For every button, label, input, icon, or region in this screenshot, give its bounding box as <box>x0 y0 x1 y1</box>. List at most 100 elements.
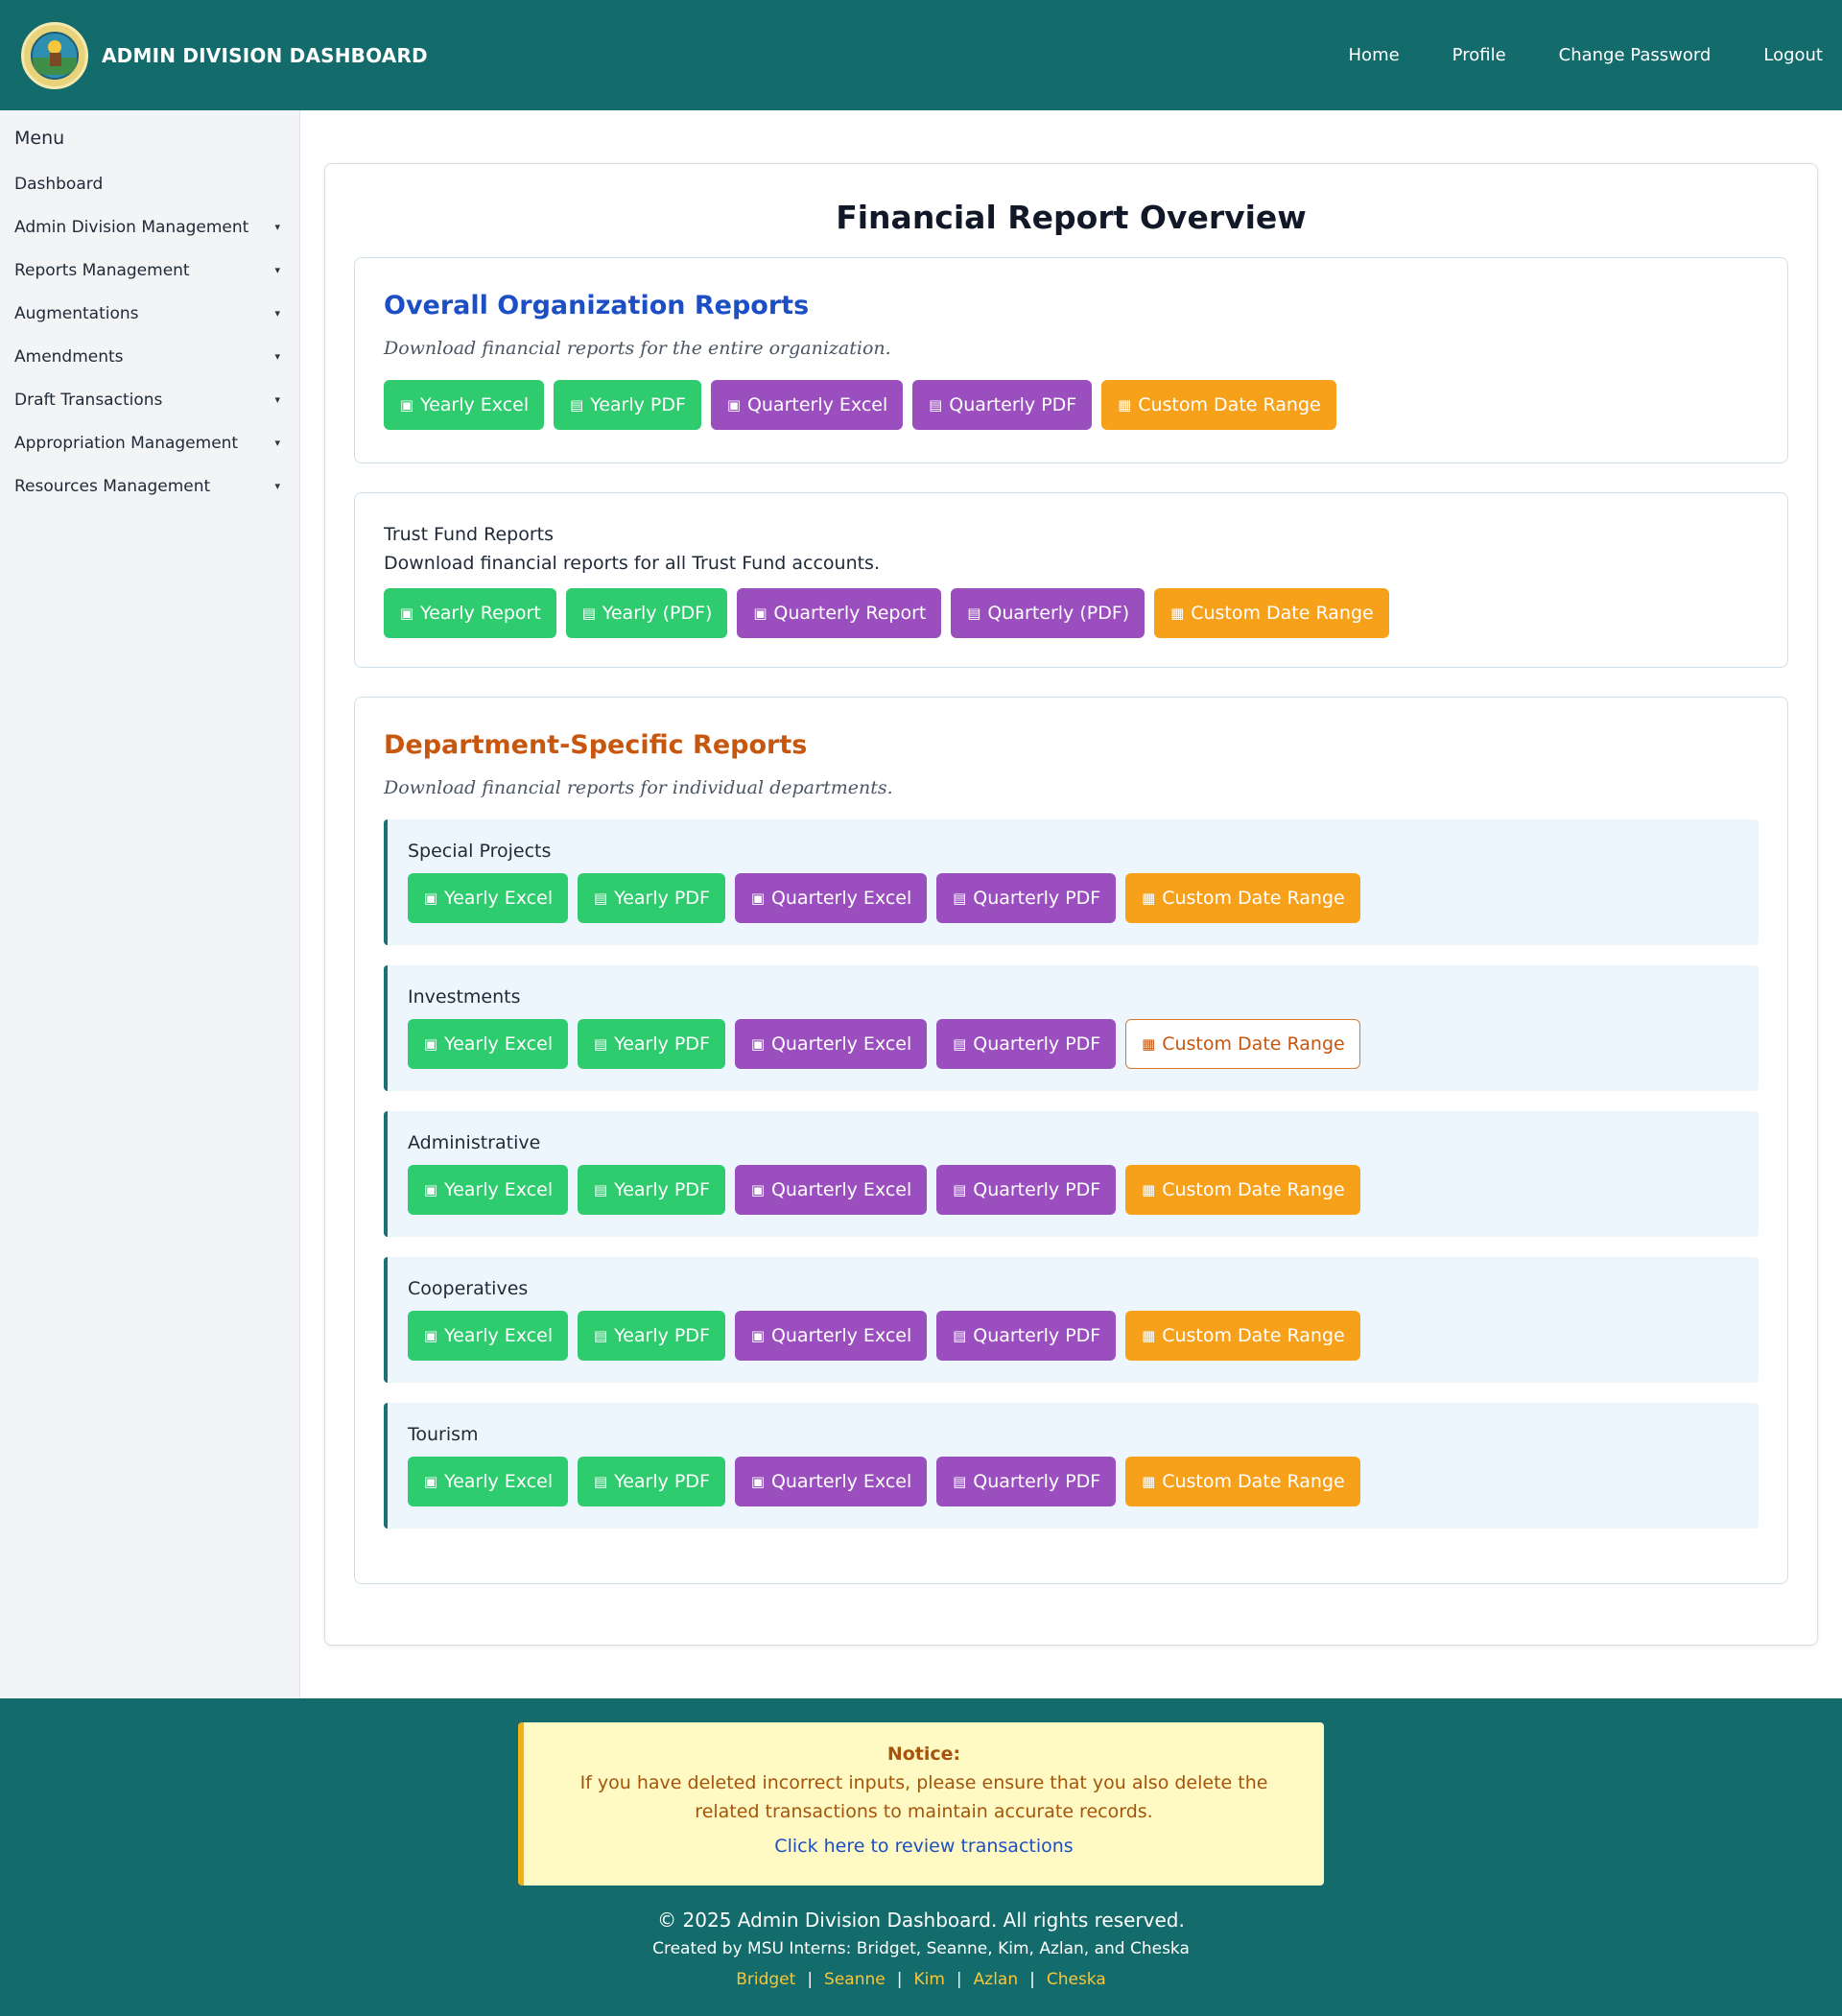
pdf-file-icon: ▤ <box>581 605 596 622</box>
yearly-report-button[interactable]: ▣ Yearly Report <box>384 588 556 638</box>
yearly-excel-button[interactable]: ▣ Yearly Excel <box>408 1457 569 1506</box>
button-label: Yearly Excel <box>444 1179 554 1200</box>
sidebar-item-amendments[interactable]: Amendments ▾ <box>14 335 299 378</box>
intern-links: Bridget | Seanne | Kim | Azlan | Cheska <box>0 1970 1842 1989</box>
report-overview-card: Financial Report Overview Overall Organi… <box>324 163 1818 1646</box>
button-label: Custom Date Range <box>1162 888 1345 909</box>
quarterly-excel-button[interactable]: ▣ Quarterly Excel <box>734 1311 928 1361</box>
nav-home-link[interactable]: Home <box>1349 45 1400 65</box>
button-label: Quarterly Excel <box>770 1471 912 1492</box>
yearly-pdf-button[interactable]: ▤ Yearly PDF <box>578 1311 725 1361</box>
quarterly-pdf-button[interactable]: ▤ Quarterly PDF <box>936 873 1117 923</box>
button-label: Quarterly PDF <box>973 1033 1101 1055</box>
yearly-excel-button[interactable]: ▣ Yearly Excel <box>408 1165 569 1215</box>
caret-down-icon: ▾ <box>274 480 280 492</box>
yearly-pdf-button[interactable]: ▤ Yearly PDF <box>578 873 725 923</box>
button-label: Quarterly Excel <box>770 1325 912 1346</box>
separator: | <box>807 1970 814 1989</box>
sidebar-item-appropriation-management[interactable]: Appropriation Management ▾ <box>14 421 299 464</box>
button-label: Yearly PDF <box>614 1033 710 1055</box>
pdf-file-icon: ▤ <box>967 605 981 622</box>
quarterly-report-button[interactable]: ▣ Quarterly Report <box>737 588 942 638</box>
nav-logout-link[interactable]: Logout <box>1763 45 1823 65</box>
yearly-pdf-button[interactable]: ▤ Yearly PDF <box>554 380 701 430</box>
sidebar-item-draft-transactions[interactable]: Draft Transactions ▾ <box>14 378 299 421</box>
notice-box: Notice: If you have deleted incorrect in… <box>518 1722 1324 1886</box>
yearly-excel-button[interactable]: ▣ Yearly Excel <box>408 1311 569 1361</box>
quarterly-pdf-button[interactable]: ▤ Quarterly PDF <box>936 1165 1117 1215</box>
quarterly-pdf-button[interactable]: ▤ Quarterly PDF <box>912 380 1093 430</box>
sidebar-item-admin-division-management[interactable]: Admin Division Management ▾ <box>14 205 299 249</box>
separator: | <box>956 1970 962 1989</box>
calendar-icon: ▦ <box>1142 1181 1156 1198</box>
custom-date-range-button[interactable]: ▦ Custom Date Range <box>1154 588 1389 638</box>
section-heading: Department-Specific Reports <box>384 730 808 760</box>
button-label: Quarterly Report <box>773 603 927 624</box>
sidebar-item-label: Augmentations <box>14 303 139 323</box>
intern-link-seanne[interactable]: Seanne <box>824 1970 886 1989</box>
top-navbar: ADMIN DIVISION DASHBOARD Home Profile Ch… <box>0 0 1842 110</box>
excel-file-icon: ▣ <box>399 396 414 414</box>
custom-date-range-button[interactable]: ▦ Custom Date Range <box>1101 380 1336 430</box>
intern-link-cheska[interactable]: Cheska <box>1047 1970 1106 1989</box>
logo-icon <box>21 21 88 89</box>
caret-down-icon: ▾ <box>274 221 280 233</box>
sidebar-item-label: Amendments <box>14 346 124 367</box>
department-reports-section: Department-Specific Reports Download fin… <box>354 697 1788 1584</box>
review-transactions-link[interactable]: Click here to review transactions <box>774 1836 1073 1857</box>
department-panel-investments: Investments ▣ Yearly Excel ▤ Yearly PDF ▣ Q… <box>384 965 1759 1091</box>
copyright-text: © 2025 Admin Division Dashboard. All rig… <box>657 1909 1185 1932</box>
quarterly-pdf-button[interactable]: ▤ Quarterly PDF <box>936 1311 1117 1361</box>
nav-profile-link[interactable]: Profile <box>1452 45 1506 65</box>
custom-date-range-button[interactable]: ▦ Custom Date Range <box>1125 1165 1360 1215</box>
yearly-pdf-button[interactable]: ▤ Yearly (PDF) <box>565 588 728 638</box>
excel-file-icon: ▣ <box>423 1327 438 1344</box>
custom-date-range-button[interactable]: ▦ Custom Date Range <box>1125 1457 1360 1506</box>
intern-link-kim[interactable]: Kim <box>913 1970 944 1989</box>
excel-file-icon: ▣ <box>423 1473 438 1490</box>
sidebar-item-resources-management[interactable]: Resources Management ▾ <box>14 464 299 508</box>
pdf-file-icon: ▤ <box>953 889 967 907</box>
quarterly-excel-button[interactable]: ▣ Quarterly Excel <box>734 1165 928 1215</box>
button-label: Quarterly Excel <box>770 1179 912 1200</box>
button-label: Quarterly Excel <box>770 1033 912 1055</box>
caret-down-icon: ▾ <box>274 393 280 406</box>
quarterly-excel-button[interactable]: ▣ Quarterly Excel <box>734 1457 928 1506</box>
credits-text: Created by MSU Interns: Bridget, Seanne,… <box>652 1939 1190 1958</box>
quarterly-excel-button[interactable]: ▣ Quarterly Excel <box>734 873 928 923</box>
sidebar-item-label: Draft Transactions <box>14 390 163 410</box>
sidebar-item-reports-management[interactable]: Reports Management ▾ <box>14 249 299 292</box>
yearly-pdf-button[interactable]: ▤ Yearly PDF <box>578 1165 725 1215</box>
button-label: Yearly PDF <box>614 1325 710 1346</box>
quarterly-pdf-button[interactable]: ▤ Quarterly (PDF) <box>951 588 1145 638</box>
sidebar-item-augmentations[interactable]: Augmentations ▾ <box>14 292 299 335</box>
quarterly-pdf-button[interactable]: ▤ Quarterly PDF <box>936 1019 1117 1069</box>
button-group: ▣ Yearly Excel ▤ Yearly PDF ▣ Quarterly Exc… <box>408 1457 1739 1506</box>
button-label: Yearly Excel <box>444 888 554 909</box>
excel-file-icon: ▣ <box>399 605 414 622</box>
yearly-excel-button[interactable]: ▣ Yearly Excel <box>408 1019 569 1069</box>
yearly-pdf-button[interactable]: ▤ Yearly PDF <box>578 1019 725 1069</box>
calendar-icon: ▦ <box>1142 889 1156 907</box>
custom-date-range-button[interactable]: ▦ Custom Date Range <box>1125 1311 1360 1361</box>
overall-reports-section: Overall Organization Reports Download fi… <box>354 257 1788 463</box>
pdf-file-icon: ▤ <box>594 1035 608 1053</box>
quarterly-excel-button[interactable]: ▣ Quarterly Excel <box>734 1019 928 1069</box>
department-panel-tourism: Tourism ▣ Yearly Excel ▤ Yearly PDF ▣ Quart… <box>384 1403 1759 1529</box>
yearly-pdf-button[interactable]: ▤ Yearly PDF <box>578 1457 725 1506</box>
pdf-file-icon: ▤ <box>953 1035 967 1053</box>
sidebar-title: Menu <box>14 128 65 149</box>
yearly-excel-button[interactable]: ▣ Yearly Excel <box>384 380 545 430</box>
yearly-excel-button[interactable]: ▣ Yearly Excel <box>408 873 569 923</box>
intern-link-bridget[interactable]: Bridget <box>736 1970 795 1989</box>
intern-link-azlan[interactable]: Azlan <box>974 1970 1018 1989</box>
quarterly-pdf-button[interactable]: ▤ Quarterly PDF <box>936 1457 1117 1506</box>
pdf-file-icon: ▤ <box>929 396 943 414</box>
custom-date-range-button[interactable]: ▦ Custom Date Range <box>1125 873 1360 923</box>
caret-down-icon: ▾ <box>274 437 280 449</box>
sidebar-item-dashboard[interactable]: Dashboard <box>14 162 299 205</box>
quarterly-excel-button[interactable]: ▣ Quarterly Excel <box>710 380 904 430</box>
custom-date-range-button[interactable]: ▦ Custom Date Range <box>1125 1019 1360 1069</box>
excel-file-icon: ▣ <box>750 1035 766 1053</box>
nav-change-password-link[interactable]: Change Password <box>1559 45 1712 65</box>
